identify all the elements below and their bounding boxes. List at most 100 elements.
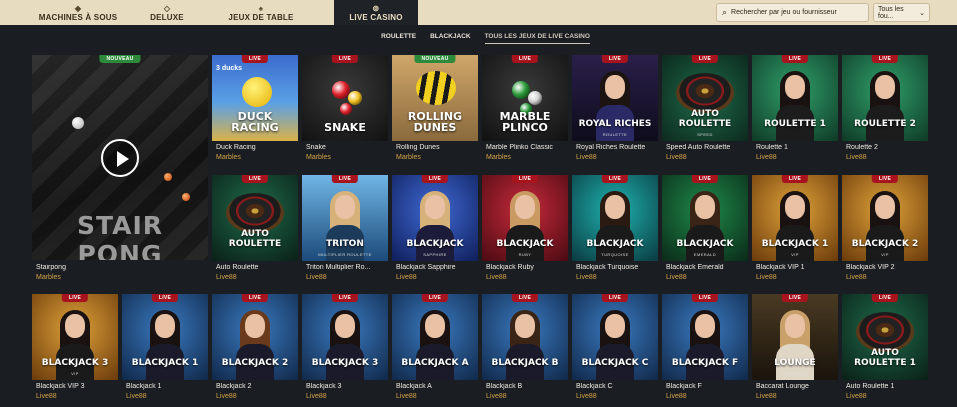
- game-tile[interactable]: LIVE BLACKJACK A: [392, 294, 478, 380]
- game-name[interactable]: Blackjack C: [576, 383, 664, 390]
- game-name[interactable]: Roulette 2: [846, 144, 934, 151]
- game-tile[interactable]: LIVE BLACKJACK B: [482, 294, 568, 380]
- roulette-wheel-graphic: [226, 193, 284, 233]
- game-tile[interactable]: LIVE SNAKE: [302, 55, 388, 141]
- game-art-title: BLACKJACK F: [671, 358, 739, 368]
- game-art-subtitle: ROULETTE: [602, 132, 628, 137]
- game-name[interactable]: Stairpong: [36, 264, 124, 271]
- game-name[interactable]: Blackjack 3: [306, 383, 394, 390]
- live-badge: LIVE: [61, 294, 89, 302]
- game-name[interactable]: Blackjack F: [666, 383, 754, 390]
- game-provider: Live88: [576, 393, 597, 400]
- game-art-subtitle: VIP: [71, 371, 79, 376]
- category-jeux-de-table[interactable]: ♠ JEUX DE TABLE: [218, 0, 304, 25]
- app-root: ◆ MACHINES À SOUS ◇ DELUXE ♠ JEUX DE TAB…: [0, 0, 957, 407]
- dealer-graphic: [324, 308, 366, 380]
- game-tile[interactable]: LIVE ROULETTE 2: [842, 55, 928, 141]
- game-tile[interactable]: LIVE ROYAL RICHES ROULETTE: [572, 55, 658, 141]
- game-name[interactable]: Blackjack Sapphire: [396, 264, 484, 271]
- game-art-subtitle: EMERALD: [693, 252, 717, 257]
- chip-icon: ⊚: [372, 4, 380, 13]
- game-art-title: BLACKJACK 3: [41, 358, 109, 368]
- tab-roulette[interactable]: ROULETTE: [381, 28, 416, 44]
- game-name[interactable]: Duck Racing: [216, 144, 304, 151]
- game-art-title: LOUNGE: [774, 358, 816, 368]
- live-badge: LIVE: [691, 294, 719, 302]
- category-label: JEUX DE TABLE: [228, 13, 294, 22]
- search-icon: ⌕: [722, 7, 728, 17]
- game-tile[interactable]: LIVE BLACKJACK SAPPHIRE: [392, 175, 478, 261]
- game-name[interactable]: Blackjack A: [396, 383, 484, 390]
- game-tile[interactable]: LIVE BLACKJACK 2: [212, 294, 298, 380]
- roulette-wheel-graphic: [856, 312, 914, 352]
- game-tile[interactable]: LIVE ROULETTE 1: [752, 55, 838, 141]
- game-tile[interactable]: LIVE BLACKJACK 1: [122, 294, 208, 380]
- dealer-graphic: [324, 189, 366, 261]
- game-tile[interactable]: LIVE LOUNGE BACCARAT: [752, 294, 838, 380]
- game-name[interactable]: Blackjack Ruby: [486, 264, 574, 271]
- category-machines-a-sous[interactable]: ◆ MACHINES À SOUS: [35, 0, 121, 25]
- search-input[interactable]: ⌕ Rechercher par jeu ou fournisseur: [716, 3, 869, 22]
- live-badge: LIVE: [601, 294, 629, 302]
- game-provider: Live88: [666, 154, 687, 161]
- game-name[interactable]: Auto Roulette 1: [846, 383, 934, 390]
- live-badge: LIVE: [241, 175, 269, 183]
- game-provider: Live88: [126, 393, 147, 400]
- game-tile[interactable]: LIVE BLACKJACK EMERALD: [662, 175, 748, 261]
- game-art-title: SNAKE: [324, 121, 366, 134]
- game-provider: Live88: [666, 274, 687, 281]
- game-name[interactable]: Rolling Dunes: [396, 144, 484, 151]
- game-tile[interactable]: LIVE BLACKJACK F: [662, 294, 748, 380]
- game-tile[interactable]: LIVE AUTO ROULETTE 1: [842, 294, 928, 380]
- game-provider: Live88: [846, 154, 867, 161]
- game-art-subtitle: BACCARAT: [782, 371, 808, 376]
- game-tile[interactable]: 3 ducks LIVE DUCK RACING: [212, 55, 298, 141]
- game-name[interactable]: Marble Plinko Classic: [486, 144, 574, 151]
- game-name[interactable]: Auto Roulette: [216, 264, 304, 271]
- game-tile[interactable]: LIVE BLACKJACK 3 VIP: [32, 294, 118, 380]
- live-badge: LIVE: [601, 55, 629, 63]
- live-badge: LIVE: [511, 55, 539, 63]
- game-tile[interactable]: LIVE MARBLE PLINCO: [482, 55, 568, 141]
- game-art-title: BLACKJACK: [586, 239, 644, 249]
- game-tile[interactable]: NOUVEAU ROLLING DUNES: [392, 55, 478, 141]
- game-name[interactable]: Blackjack B: [486, 383, 574, 390]
- game-tile[interactable]: LIVE AUTO ROULETTE SPEED: [662, 55, 748, 141]
- game-name[interactable]: Speed Auto Roulette: [666, 144, 754, 151]
- game-tile[interactable]: LIVE AUTO ROULETTE: [212, 175, 298, 261]
- game-art-title: ROYAL RICHES: [578, 119, 652, 129]
- live-badge: LIVE: [871, 55, 899, 63]
- game-name[interactable]: Blackjack VIP 1: [756, 264, 844, 271]
- dealer-graphic: [504, 308, 546, 380]
- tab-blackjack[interactable]: BLACKJACK: [430, 28, 470, 44]
- game-tile[interactable]: LIVE BLACKJACK 3: [302, 294, 388, 380]
- game-tile[interactable]: LIVE TRITON MULTIPLIER ROULETTE: [302, 175, 388, 261]
- game-provider: Live88: [666, 393, 687, 400]
- game-art-subtitle: SPEED: [697, 132, 713, 137]
- live-badge: LIVE: [781, 294, 809, 302]
- game-tile[interactable]: LIVE BLACKJACK 2 VIP: [842, 175, 928, 261]
- game-name[interactable]: Blackjack Emerald: [666, 264, 754, 271]
- game-name[interactable]: Blackjack 1: [126, 383, 214, 390]
- category-deluxe[interactable]: ◇ DELUXE: [124, 0, 210, 25]
- featured-game-tile[interactable]: NOUVEAU STAIR PONG: [32, 55, 208, 260]
- provider-filter-select[interactable]: Tous les fou... ⌄: [873, 3, 930, 22]
- game-name[interactable]: Snake: [306, 144, 394, 151]
- game-name[interactable]: Blackjack Turquoise: [576, 264, 664, 271]
- game-name[interactable]: Triton Multiplier Ro...: [306, 264, 394, 271]
- game-name[interactable]: Blackjack 2: [216, 383, 304, 390]
- category-live-casino[interactable]: ⊚ LIVE CASINO: [334, 0, 418, 25]
- live-badge: LIVE: [781, 55, 809, 63]
- game-art-title: BLACKJACK 2: [221, 358, 289, 368]
- game-name[interactable]: Blackjack VIP 2: [846, 264, 934, 271]
- game-tile[interactable]: LIVE BLACKJACK 1 VIP: [752, 175, 838, 261]
- game-name[interactable]: Roulette 1: [756, 144, 844, 151]
- game-name[interactable]: Blackjack VIP 3: [36, 383, 124, 390]
- play-icon[interactable]: [101, 139, 139, 177]
- game-tile[interactable]: LIVE BLACKJACK C: [572, 294, 658, 380]
- game-name[interactable]: Baccarat Lounge: [756, 383, 844, 390]
- game-name[interactable]: Royal Riches Roulette: [576, 144, 664, 151]
- tab-all-live-casino[interactable]: TOUS LES JEUX DE LIVE CASINO: [484, 28, 590, 44]
- game-tile[interactable]: LIVE BLACKJACK RUBY: [482, 175, 568, 261]
- game-tile[interactable]: LIVE BLACKJACK TURQUOISE: [572, 175, 658, 261]
